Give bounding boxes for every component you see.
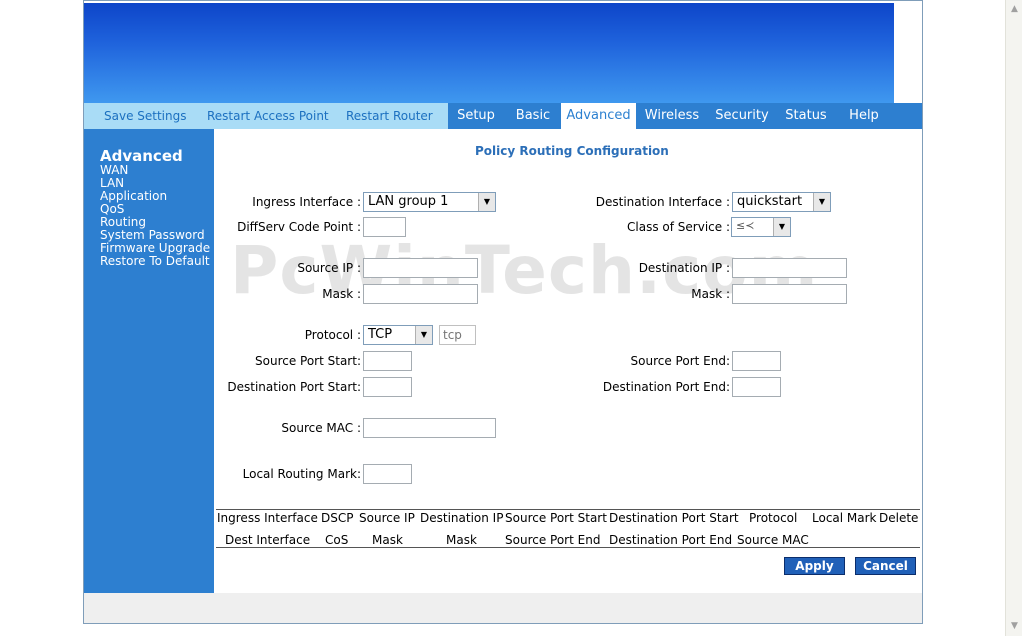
class-of-service-label: Class of Service : <box>627 220 730 234</box>
ingress-interface-label: Ingress Interface : <box>252 195 361 209</box>
source-port-end-input[interactable] <box>732 351 781 371</box>
col-source-port-start: Source Port Start <box>505 511 607 525</box>
sidebar-item-restore-to-default[interactable]: Restore To Default <box>100 255 210 268</box>
apply-button[interactable]: Apply <box>784 557 845 575</box>
source-port-start-input[interactable] <box>363 351 412 371</box>
destination-interface-select[interactable]: quickstart ▼ <box>732 192 831 212</box>
tab-security[interactable]: Security <box>710 103 774 129</box>
col-destination-port-end: Destination Port End <box>609 533 733 547</box>
ingress-interface-value: LAN group 1 <box>368 194 449 209</box>
chevron-down-icon: ▼ <box>478 193 495 211</box>
class-of-service-select[interactable]: ≤≺ ▼ <box>731 217 791 237</box>
chevron-down-icon: ▼ <box>813 193 830 211</box>
dest-port-end-label: Destination Port End: <box>602 380 730 394</box>
tab-help[interactable]: Help <box>840 103 888 129</box>
ingress-interface-select[interactable]: LAN group 1 ▼ <box>363 192 496 212</box>
diffserv-label: DiffServ Code Point : <box>237 220 361 234</box>
vertical-scrollbar[interactable]: ▲ ▼ <box>1005 0 1022 636</box>
scroll-down-icon[interactable]: ▼ <box>1008 620 1021 633</box>
destination-interface-value: quickstart <box>737 194 803 209</box>
diffserv-input[interactable] <box>363 217 406 237</box>
col-destination-ip: Destination IP <box>420 511 504 525</box>
tab-wireless[interactable]: Wireless <box>639 103 705 129</box>
col-destination-mask: Mask <box>446 533 477 547</box>
col-source-mac: Source MAC <box>737 533 809 547</box>
protocol-value: TCP <box>368 327 393 342</box>
table-bottom-rule <box>216 547 920 548</box>
tab-status[interactable]: Status <box>779 103 833 129</box>
dest-port-start-label: Destination Port Start: <box>227 380 361 394</box>
col-destination-port-start: Destination Port Start <box>609 511 739 525</box>
header-banner-gap <box>894 3 922 103</box>
destination-ip-label: Destination IP : <box>638 261 730 275</box>
protocol-label: Protocol : <box>304 328 361 342</box>
col-protocol: Protocol <box>749 511 798 525</box>
source-port-end-label: Source Port End: <box>630 354 730 368</box>
tab-basic[interactable]: Basic <box>508 103 558 129</box>
local-routing-mark-input[interactable] <box>363 464 412 484</box>
nav-link-restart-router[interactable]: Restart Router <box>346 109 433 123</box>
source-ip-input[interactable] <box>363 258 478 278</box>
scroll-up-icon[interactable]: ▲ <box>1008 3 1021 16</box>
chevron-down-icon: ▼ <box>773 218 790 236</box>
page-title: Policy Routing Configuration <box>475 144 669 158</box>
class-of-service-glyph-icon: ≤≺ <box>736 219 755 232</box>
protocol-number-input <box>439 325 476 345</box>
source-mac-input[interactable] <box>363 418 496 438</box>
source-mac-label: Source MAC : <box>281 421 361 435</box>
tab-advanced[interactable]: Advanced <box>561 103 636 129</box>
col-dscp: DSCP <box>321 511 354 525</box>
destination-interface-label: Destination Interface : <box>595 195 730 209</box>
chevron-down-icon: ▼ <box>415 326 432 344</box>
destination-ip-input[interactable] <box>732 258 847 278</box>
footer-bar <box>84 593 922 623</box>
dest-port-start-input[interactable] <box>363 377 412 397</box>
tab-setup[interactable]: Setup <box>448 103 504 129</box>
destination-mask-input[interactable] <box>732 284 847 304</box>
col-source-port-end: Source Port End <box>505 533 601 547</box>
source-mask-label: Mask : <box>322 287 361 301</box>
col-source-ip: Source IP <box>359 511 415 525</box>
source-mask-input[interactable] <box>363 284 478 304</box>
dest-port-end-input[interactable] <box>732 377 781 397</box>
nav-link-restart-access-point[interactable]: Restart Access Point <box>207 109 329 123</box>
col-delete: Delete <box>879 511 919 525</box>
col-local-mark: Local Mark <box>812 511 877 525</box>
nav-link-save-settings[interactable]: Save Settings <box>104 109 187 123</box>
header-banner <box>84 3 894 103</box>
col-ingress-interface: Ingress Interface <box>217 511 318 525</box>
source-ip-label: Source IP : <box>297 261 361 275</box>
local-routing-mark-label: Local Routing Mark: <box>242 467 361 481</box>
sidebar: Advanced WAN LAN Application QoS Routing… <box>84 129 214 593</box>
destination-mask-label: Mask : <box>691 287 730 301</box>
col-source-mask: Mask <box>372 533 403 547</box>
table-top-rule <box>216 509 920 510</box>
cancel-button[interactable]: Cancel <box>855 557 916 575</box>
col-dest-interface: Dest Interface <box>225 533 311 547</box>
top-navbar: Save Settings Restart Access Point Resta… <box>84 103 922 129</box>
col-cos: CoS <box>325 533 349 547</box>
protocol-select[interactable]: TCP ▼ <box>363 325 433 345</box>
source-port-start-label: Source Port Start: <box>255 354 361 368</box>
